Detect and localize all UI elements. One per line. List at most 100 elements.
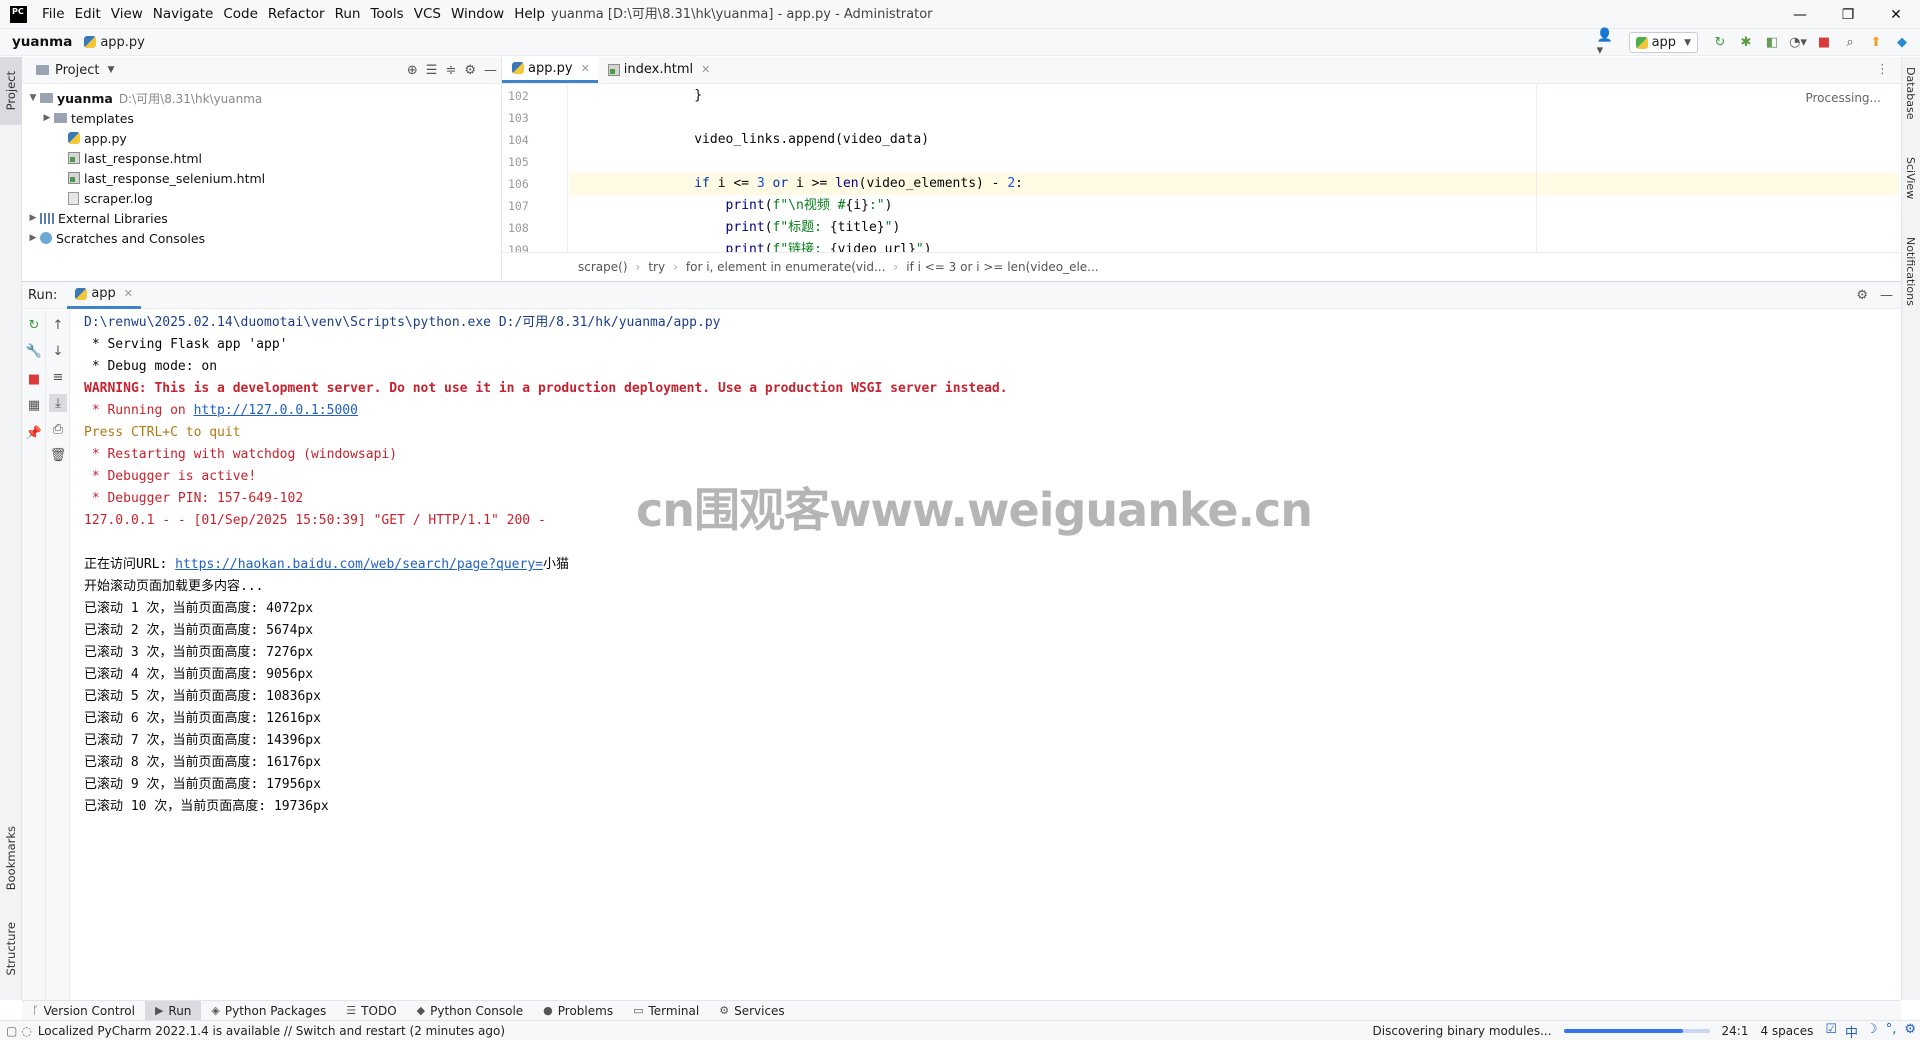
scroll-to-end-icon[interactable]: ⤓ <box>49 394 67 412</box>
console-link[interactable]: https://haokan.baidu.com/web/search/page… <box>175 557 543 572</box>
edit-configuration-icon[interactable]: 🔧 <box>25 342 43 360</box>
tab-python-console[interactable]: ◆ Python Console <box>407 1001 534 1021</box>
menu-view[interactable]: View <box>106 0 148 29</box>
run-configuration-select[interactable]: app ▼ <box>1628 32 1698 53</box>
stripe-tab-structure[interactable]: Structure <box>0 910 22 988</box>
tree-external-libraries[interactable]: ▶ External Libraries <box>22 208 501 228</box>
trash-icon[interactable]: 🗑 <box>49 446 67 464</box>
stop-icon[interactable]: ■ <box>25 370 43 388</box>
caret-position[interactable]: 24:1 <box>1722 1024 1749 1038</box>
chevron-right-icon[interactable]: ▶ <box>40 113 54 123</box>
close-window-button[interactable]: ✕ <box>1872 0 1920 29</box>
tree-root-path: D:\可用\8.31\hk\yuanma <box>118 91 263 106</box>
ime-chinese-icon[interactable]: 中 <box>1845 1022 1858 1040</box>
ime-settings-icon[interactable]: ⚙ <box>1904 1022 1916 1040</box>
nav-crumb-project[interactable]: yuanma <box>12 34 72 50</box>
console-output[interactable]: D:\renwu\2025.02.14\duomotai\venv\Script… <box>84 310 1884 1001</box>
code-area[interactable]: } video_links.append(video_data) if i <=… <box>569 85 1899 252</box>
arrow-up-icon[interactable]: ↑ <box>49 316 67 334</box>
close-icon[interactable]: ✕ <box>581 62 590 75</box>
settings-gear-icon[interactable]: ⚙ <box>464 63 476 78</box>
nav-crumb-file[interactable]: app.py <box>84 35 145 50</box>
minimize-button[interactable]: — <box>1776 0 1824 29</box>
tab-todo[interactable]: ☰ TODO <box>336 1001 406 1021</box>
code-with-me-icon[interactable]: ◆ <box>1892 33 1912 53</box>
collapse-all-icon[interactable]: ≑ <box>445 63 456 78</box>
tree-root[interactable]: ▼ yuanma D:\可用\8.31\hk\yuanma <box>22 88 501 108</box>
hide-panel-icon[interactable]: — <box>1880 288 1893 303</box>
menu-run[interactable]: Run <box>330 0 366 29</box>
menu-navigate[interactable]: Navigate <box>148 0 219 29</box>
print-icon[interactable]: ⎙ <box>49 420 67 438</box>
menu-tools[interactable]: Tools <box>365 0 408 29</box>
tree-item[interactable]: last_response_selenium.html <box>22 168 501 188</box>
ime-moon-icon[interactable]: ☽ <box>1866 1022 1878 1040</box>
tab-index-html[interactable]: index.html ✕ <box>598 56 719 83</box>
ime-punct-icon[interactable]: °, <box>1886 1022 1897 1040</box>
problems-icon: ● <box>543 1004 553 1017</box>
indent-setting[interactable]: 4 spaces <box>1760 1024 1813 1038</box>
chevron-right-icon[interactable]: ▶ <box>26 213 40 223</box>
tab-app-py[interactable]: app.py ✕ <box>502 56 598 83</box>
menu-edit[interactable]: Edit <box>70 0 106 29</box>
menu-window[interactable]: Window <box>446 0 509 29</box>
tab-run[interactable]: ▶ Run <box>144 1000 202 1021</box>
chevron-down-icon[interactable]: ▼ <box>107 65 114 75</box>
restore-layout-icon[interactable]: ▦ <box>25 396 43 414</box>
stop-icon[interactable]: ■ <box>1814 33 1834 53</box>
tab-services[interactable]: ⚙ Services <box>709 1001 794 1021</box>
stripe-tab-project[interactable]: Project <box>0 57 22 125</box>
debug-icon[interactable]: ✱ <box>1736 33 1756 53</box>
close-icon[interactable]: ✕ <box>124 287 133 300</box>
stripe-notifications-label[interactable]: Notifications <box>1904 237 1917 306</box>
background-task-label[interactable]: Discovering binary modules... <box>1373 1024 1552 1038</box>
pin-icon[interactable]: 📌 <box>25 424 43 442</box>
coverage-icon[interactable]: ◧ <box>1762 33 1782 53</box>
chevron-down-icon[interactable]: ▼ <box>26 93 40 103</box>
breadcrumb-item[interactable]: scrape() <box>578 260 628 274</box>
account-icon[interactable]: 👤▾ <box>1597 28 1617 58</box>
menu-file[interactable]: File <box>37 0 70 29</box>
console-link[interactable]: http://127.0.0.1:5000 <box>194 403 358 418</box>
menu-help[interactable]: Help <box>509 0 550 29</box>
profile-icon[interactable]: ◔▾ <box>1788 33 1808 53</box>
tree-item[interactable]: app.py <box>22 128 501 148</box>
stripe-sciview-label[interactable]: SciView <box>1904 157 1917 199</box>
tab-problems[interactable]: ● Problems <box>533 1001 623 1021</box>
tree-item[interactable]: ▶ templates <box>22 108 501 128</box>
soft-wrap-icon[interactable]: ≡ <box>49 368 67 386</box>
menu-code[interactable]: Code <box>218 0 263 29</box>
arrow-down-icon[interactable]: ↓ <box>49 342 67 360</box>
locate-file-icon[interactable]: ⊕ <box>407 63 418 78</box>
project-panel-title[interactable]: Project <box>55 63 99 78</box>
status-layout-icon[interactable]: ▢ <box>6 1024 17 1038</box>
more-options-icon[interactable]: ⋮ <box>1876 62 1889 77</box>
tree-scratches[interactable]: ▶ Scratches and Consoles <box>22 228 501 248</box>
chevron-right-icon[interactable]: ▶ <box>26 233 40 243</box>
search-icon[interactable]: ⌕ <box>1840 33 1860 53</box>
run-tab-app[interactable]: app ✕ <box>67 282 142 309</box>
breadcrumb-item[interactable]: if i <= 3 or i >= len(video_ele... <box>906 260 1098 274</box>
hide-panel-icon[interactable]: — <box>484 63 497 78</box>
breadcrumb-item[interactable]: try <box>648 260 665 274</box>
ime-check-icon[interactable]: ☑ <box>1825 1022 1837 1040</box>
expand-all-icon[interactable]: ☰ <box>426 63 438 78</box>
settings-gear-icon[interactable]: ⚙ <box>1856 288 1868 303</box>
tab-version-control[interactable]: ᚴ Version Control <box>22 1001 145 1021</box>
stripe-tab-bookmarks[interactable]: Bookmarks <box>0 815 22 901</box>
rerun-icon[interactable]: ↻ <box>25 316 43 334</box>
tree-item[interactable]: last_response.html <box>22 148 501 168</box>
close-icon[interactable]: ✕ <box>701 63 710 76</box>
rerun-icon[interactable]: ↻ <box>1710 33 1730 53</box>
stripe-database-label[interactable]: Database <box>1904 67 1917 120</box>
status-message[interactable]: Localized PyCharm 2022.1.4 is available … <box>38 1024 505 1038</box>
tab-python-packages[interactable]: ◈ Python Packages <box>201 1001 336 1021</box>
breadcrumb-item[interactable]: for i, element in enumerate(vid... <box>686 260 886 274</box>
tree-item[interactable]: scraper.log <box>22 188 501 208</box>
update-icon[interactable]: ⬆ <box>1866 33 1886 53</box>
menu-refactor[interactable]: Refactor <box>263 0 330 29</box>
tab-terminal[interactable]: ▭ Terminal <box>623 1001 709 1021</box>
menu-vcs[interactable]: VCS <box>409 0 446 29</box>
maximize-button[interactable]: ❐ <box>1824 0 1872 29</box>
